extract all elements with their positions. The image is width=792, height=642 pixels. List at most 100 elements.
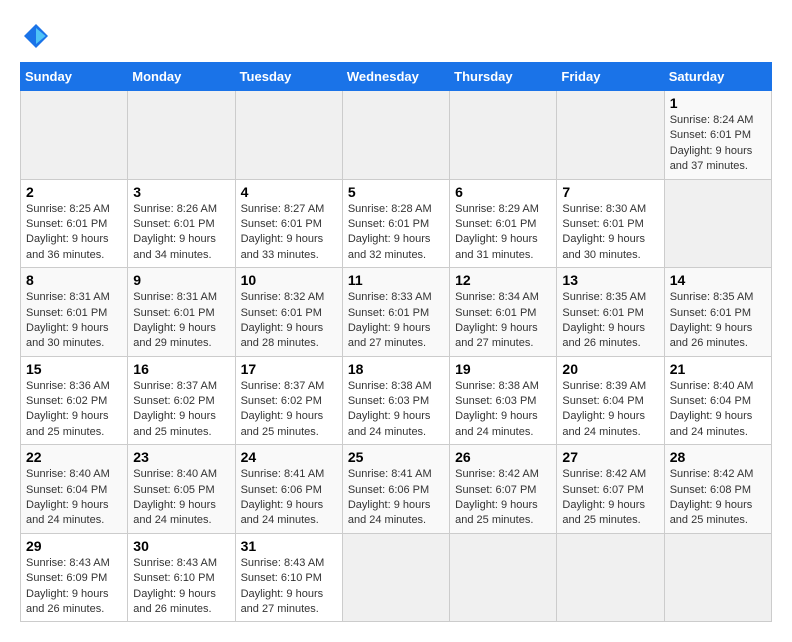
day-number: 9 (133, 272, 229, 288)
header-row: SundayMondayTuesdayWednesdayThursdayFrid… (21, 63, 772, 91)
calendar-cell: 16 Sunrise: 8:37 AMSunset: 6:02 PMDaylig… (128, 356, 235, 445)
calendar-cell (450, 91, 557, 180)
col-header-tuesday: Tuesday (235, 63, 342, 91)
calendar-cell: 6 Sunrise: 8:29 AMSunset: 6:01 PMDayligh… (450, 179, 557, 268)
calendar-cell: 15 Sunrise: 8:36 AMSunset: 6:02 PMDaylig… (21, 356, 128, 445)
day-number: 25 (348, 449, 444, 465)
calendar-table: SundayMondayTuesdayWednesdayThursdayFrid… (20, 62, 772, 622)
week-row-6: 29 Sunrise: 8:43 AMSunset: 6:09 PMDaylig… (21, 533, 772, 622)
day-info: Sunrise: 8:42 AMSunset: 6:08 PMDaylight:… (670, 467, 766, 529)
day-number: 7 (562, 184, 658, 200)
calendar-cell (342, 533, 449, 622)
calendar-cell: 19 Sunrise: 8:38 AMSunset: 6:03 PMDaylig… (450, 356, 557, 445)
calendar-cell: 12 Sunrise: 8:34 AMSunset: 6:01 PMDaylig… (450, 268, 557, 357)
day-info: Sunrise: 8:35 AMSunset: 6:01 PMDaylight:… (670, 290, 766, 352)
calendar-cell: 22 Sunrise: 8:40 AMSunset: 6:04 PMDaylig… (21, 445, 128, 534)
day-info: Sunrise: 8:42 AMSunset: 6:07 PMDaylight:… (455, 467, 551, 529)
week-row-3: 8 Sunrise: 8:31 AMSunset: 6:01 PMDayligh… (21, 268, 772, 357)
calendar-cell: 28 Sunrise: 8:42 AMSunset: 6:08 PMDaylig… (664, 445, 771, 534)
day-info: Sunrise: 8:40 AMSunset: 6:05 PMDaylight:… (133, 467, 229, 529)
day-info: Sunrise: 8:30 AMSunset: 6:01 PMDaylight:… (562, 202, 658, 264)
logo (20, 20, 58, 52)
day-info: Sunrise: 8:41 AMSunset: 6:06 PMDaylight:… (241, 467, 337, 529)
day-info: Sunrise: 8:27 AMSunset: 6:01 PMDaylight:… (241, 202, 337, 264)
day-info: Sunrise: 8:29 AMSunset: 6:01 PMDaylight:… (455, 202, 551, 264)
day-info: Sunrise: 8:43 AMSunset: 6:10 PMDaylight:… (241, 556, 337, 618)
calendar-cell: 10 Sunrise: 8:32 AMSunset: 6:01 PMDaylig… (235, 268, 342, 357)
day-number: 27 (562, 449, 658, 465)
day-number: 23 (133, 449, 229, 465)
calendar-cell (21, 91, 128, 180)
day-info: Sunrise: 8:24 AMSunset: 6:01 PMDaylight:… (670, 113, 766, 175)
calendar-cell: 13 Sunrise: 8:35 AMSunset: 6:01 PMDaylig… (557, 268, 664, 357)
calendar-cell (450, 533, 557, 622)
day-number: 15 (26, 361, 122, 377)
day-number: 21 (670, 361, 766, 377)
day-info: Sunrise: 8:39 AMSunset: 6:04 PMDaylight:… (562, 379, 658, 441)
calendar-cell: 3 Sunrise: 8:26 AMSunset: 6:01 PMDayligh… (128, 179, 235, 268)
day-number: 24 (241, 449, 337, 465)
day-number: 6 (455, 184, 551, 200)
calendar-cell: 8 Sunrise: 8:31 AMSunset: 6:01 PMDayligh… (21, 268, 128, 357)
calendar-cell (557, 91, 664, 180)
calendar-cell (557, 533, 664, 622)
day-info: Sunrise: 8:37 AMSunset: 6:02 PMDaylight:… (241, 379, 337, 441)
day-info: Sunrise: 8:38 AMSunset: 6:03 PMDaylight:… (348, 379, 444, 441)
week-row-5: 22 Sunrise: 8:40 AMSunset: 6:04 PMDaylig… (21, 445, 772, 534)
calendar-cell (128, 91, 235, 180)
col-header-friday: Friday (557, 63, 664, 91)
calendar-cell: 17 Sunrise: 8:37 AMSunset: 6:02 PMDaylig… (235, 356, 342, 445)
day-info: Sunrise: 8:32 AMSunset: 6:01 PMDaylight:… (241, 290, 337, 352)
day-info: Sunrise: 8:38 AMSunset: 6:03 PMDaylight:… (455, 379, 551, 441)
day-info: Sunrise: 8:36 AMSunset: 6:02 PMDaylight:… (26, 379, 122, 441)
calendar-cell: 21 Sunrise: 8:40 AMSunset: 6:04 PMDaylig… (664, 356, 771, 445)
day-info: Sunrise: 8:43 AMSunset: 6:10 PMDaylight:… (133, 556, 229, 618)
calendar-cell: 2 Sunrise: 8:25 AMSunset: 6:01 PMDayligh… (21, 179, 128, 268)
calendar-cell: 7 Sunrise: 8:30 AMSunset: 6:01 PMDayligh… (557, 179, 664, 268)
col-header-sunday: Sunday (21, 63, 128, 91)
day-info: Sunrise: 8:37 AMSunset: 6:02 PMDaylight:… (133, 379, 229, 441)
day-number: 14 (670, 272, 766, 288)
week-row-4: 15 Sunrise: 8:36 AMSunset: 6:02 PMDaylig… (21, 356, 772, 445)
col-header-saturday: Saturday (664, 63, 771, 91)
calendar-cell: 26 Sunrise: 8:42 AMSunset: 6:07 PMDaylig… (450, 445, 557, 534)
calendar-cell: 23 Sunrise: 8:40 AMSunset: 6:05 PMDaylig… (128, 445, 235, 534)
calendar-cell: 1 Sunrise: 8:24 AMSunset: 6:01 PMDayligh… (664, 91, 771, 180)
day-info: Sunrise: 8:40 AMSunset: 6:04 PMDaylight:… (26, 467, 122, 529)
calendar-cell: 27 Sunrise: 8:42 AMSunset: 6:07 PMDaylig… (557, 445, 664, 534)
day-number: 19 (455, 361, 551, 377)
day-number: 2 (26, 184, 122, 200)
col-header-thursday: Thursday (450, 63, 557, 91)
day-info: Sunrise: 8:42 AMSunset: 6:07 PMDaylight:… (562, 467, 658, 529)
calendar-cell: 11 Sunrise: 8:33 AMSunset: 6:01 PMDaylig… (342, 268, 449, 357)
day-number: 11 (348, 272, 444, 288)
col-header-wednesday: Wednesday (342, 63, 449, 91)
day-number: 20 (562, 361, 658, 377)
col-header-monday: Monday (128, 63, 235, 91)
logo-icon (20, 20, 52, 52)
day-number: 17 (241, 361, 337, 377)
day-number: 13 (562, 272, 658, 288)
day-number: 16 (133, 361, 229, 377)
week-row-1: 1 Sunrise: 8:24 AMSunset: 6:01 PMDayligh… (21, 91, 772, 180)
calendar-cell: 5 Sunrise: 8:28 AMSunset: 6:01 PMDayligh… (342, 179, 449, 268)
day-info: Sunrise: 8:28 AMSunset: 6:01 PMDaylight:… (348, 202, 444, 264)
day-number: 5 (348, 184, 444, 200)
calendar-cell: 24 Sunrise: 8:41 AMSunset: 6:06 PMDaylig… (235, 445, 342, 534)
day-number: 4 (241, 184, 337, 200)
day-number: 10 (241, 272, 337, 288)
day-info: Sunrise: 8:40 AMSunset: 6:04 PMDaylight:… (670, 379, 766, 441)
day-number: 31 (241, 538, 337, 554)
day-number: 30 (133, 538, 229, 554)
calendar-cell: 20 Sunrise: 8:39 AMSunset: 6:04 PMDaylig… (557, 356, 664, 445)
calendar-cell (664, 179, 771, 268)
calendar-cell: 29 Sunrise: 8:43 AMSunset: 6:09 PMDaylig… (21, 533, 128, 622)
day-info: Sunrise: 8:33 AMSunset: 6:01 PMDaylight:… (348, 290, 444, 352)
day-number: 26 (455, 449, 551, 465)
calendar-cell: 4 Sunrise: 8:27 AMSunset: 6:01 PMDayligh… (235, 179, 342, 268)
calendar-cell: 25 Sunrise: 8:41 AMSunset: 6:06 PMDaylig… (342, 445, 449, 534)
calendar-cell (664, 533, 771, 622)
day-info: Sunrise: 8:34 AMSunset: 6:01 PMDaylight:… (455, 290, 551, 352)
day-number: 18 (348, 361, 444, 377)
calendar-cell (235, 91, 342, 180)
